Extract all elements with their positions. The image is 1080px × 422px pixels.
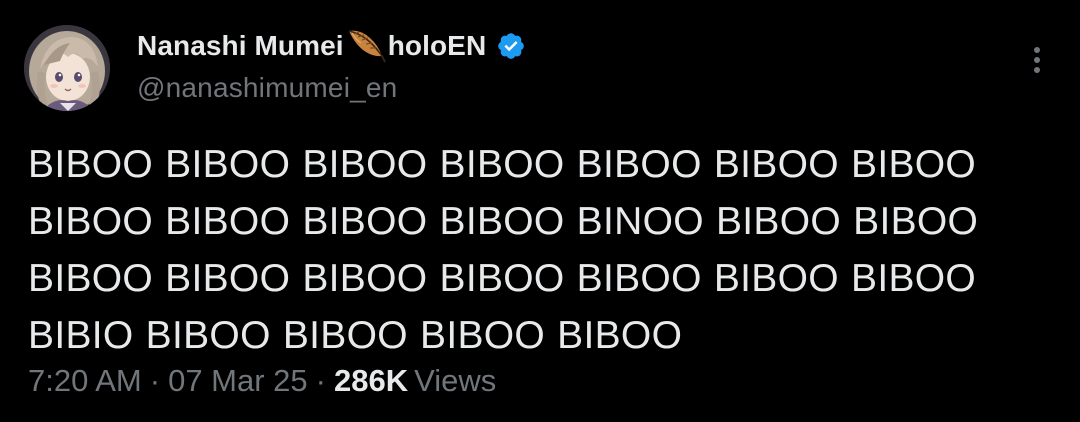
feather-icon xyxy=(346,26,386,66)
tweet-text-line: BIBIO BIBOO BIBOO BIBOO BIBOO xyxy=(28,314,683,357)
display-name[interactable]: Nanashi Mumei xyxy=(137,30,344,62)
meta-separator: · xyxy=(149,363,161,398)
views-count[interactable]: 286K xyxy=(334,363,408,398)
display-name-suffix[interactable]: holoEN xyxy=(388,30,487,62)
tweet-text: BIBOO BIBOO BIBOO BIBOO BIBOO BIBOO BIBO… xyxy=(28,136,1058,364)
author-handle[interactable]: @nanashimumei_en xyxy=(137,72,1000,104)
tweet-author: Nanashi Mumei holoEN @nanashimumei_en xyxy=(137,26,1000,104)
tweet-meta: 7:20 AM · 07 Mar 25 · 286K Views xyxy=(28,363,496,399)
tweet-text-line: BIBOO BIBOO BIBOO BIBOO BIBOO BIBOO BIBO… xyxy=(28,257,977,300)
avatar[interactable] xyxy=(24,25,110,111)
tweet-text-line: BIBOO BIBOO BIBOO BIBOO BIBOO BIBOO BIBO… xyxy=(28,143,977,186)
tweet-time[interactable]: 7:20 AM xyxy=(28,363,142,398)
tweet-date[interactable]: 07 Mar 25 xyxy=(168,363,308,398)
meta-separator: · xyxy=(315,363,326,398)
author-name-row: Nanashi Mumei holoEN xyxy=(137,26,1000,66)
views-label: Views xyxy=(414,363,497,398)
verified-badge-icon xyxy=(496,31,526,61)
more-options-icon xyxy=(1034,47,1040,73)
more-options-button[interactable] xyxy=(1022,40,1052,80)
tweet-card[interactable]: Nanashi Mumei holoEN @nanashimumei_en BI… xyxy=(0,0,1080,422)
avatar-image xyxy=(24,25,110,111)
tweet-text-line: BIBOO BIBOO BIBOO BIBOO BINOO BIBOO BIBO… xyxy=(28,200,979,243)
